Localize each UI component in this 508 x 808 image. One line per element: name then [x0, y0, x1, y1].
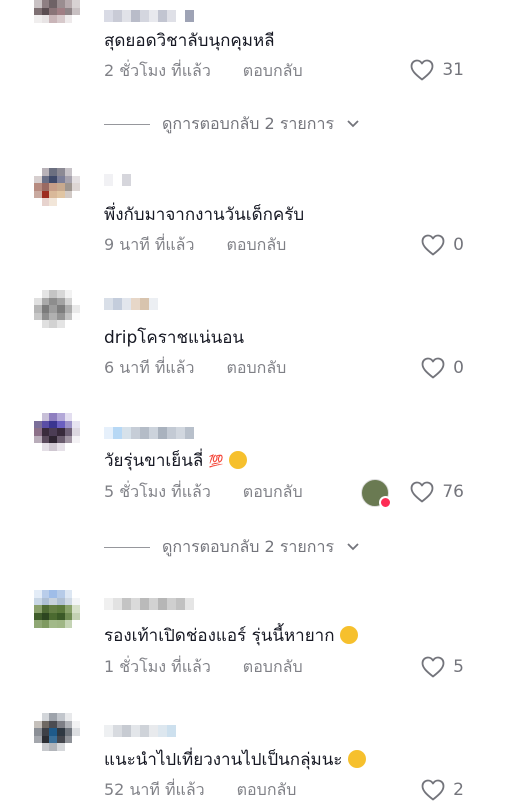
reply-button[interactable]: ตอบกลับ: [237, 780, 297, 799]
comment-meta: 5 ชั่วโมง ที่แล้ว ตอบกลับ: [104, 481, 303, 503]
comment-time: 2 ชั่วโมง ที่แล้ว: [104, 61, 211, 80]
heart-outline-icon: [421, 656, 445, 678]
reply-button[interactable]: ตอบกลับ: [243, 61, 303, 80]
username[interactable]: [104, 174, 131, 186]
like-button[interactable]: 76: [410, 480, 464, 504]
comment-meta: 1 ชั่วโมง ที่แล้ว ตอบกลับ: [104, 656, 303, 678]
heart-icon: [379, 496, 392, 509]
username[interactable]: [104, 427, 194, 439]
avatar[interactable]: [34, 413, 80, 473]
username[interactable]: [104, 725, 176, 737]
comment-meta: 52 นาที ที่แล้ว ตอบกลับ: [104, 779, 296, 801]
comment-text-body: แนะนำไปเที่ยวงานไปเป็นกลุ่มนะ: [104, 750, 343, 770]
avatar[interactable]: [34, 290, 80, 350]
avatar[interactable]: [34, 168, 80, 228]
like-button[interactable]: 0: [421, 356, 464, 380]
creator-liked-badge: [361, 479, 392, 509]
reply-button[interactable]: ตอบกลับ: [243, 482, 303, 501]
comment-meta: 9 นาที ที่แล้ว ตอบกลับ: [104, 234, 286, 256]
view-replies-label: ดูการตอบกลับ 2 รายการ: [162, 536, 335, 556]
comment-text: สุดยอดวิชาลับนุกคุมหลี: [104, 31, 275, 51]
laughing-emoji-icon: [347, 750, 366, 768]
heart-outline-icon: [421, 234, 445, 256]
comment-meta: 2 ชั่วโมง ที่แล้ว ตอบกลับ: [104, 60, 303, 82]
like-count: 31: [442, 60, 464, 80]
comment-text: พึ่งกับมาจากงานวันเด็กครับ: [104, 205, 305, 225]
username[interactable]: [104, 10, 194, 22]
heart-outline-icon: [410, 59, 434, 81]
comment-time: 6 นาที ที่แล้ว: [104, 358, 195, 377]
reply-button[interactable]: ตอบกลับ: [226, 358, 286, 377]
laughing-emoji-icon: [339, 626, 358, 644]
view-replies-label: ดูการตอบกลับ 2 รายการ: [162, 113, 335, 133]
heart-outline-icon: [421, 357, 445, 379]
like-count: 5: [453, 657, 464, 677]
comment-text: วัยรุ่นขาเย็นลี่ 💯: [104, 450, 248, 472]
username[interactable]: [104, 598, 194, 610]
like-count: 0: [453, 235, 464, 255]
view-replies-button[interactable]: ดูการตอบกลับ 2 รายการ: [104, 536, 360, 558]
username[interactable]: [104, 298, 167, 310]
avatar[interactable]: [34, 590, 80, 650]
like-button[interactable]: 31: [410, 58, 464, 82]
divider: [104, 123, 150, 125]
chevron-down-icon: [347, 543, 359, 551]
heart-outline-icon: [421, 779, 445, 801]
like-button[interactable]: 2: [421, 778, 464, 802]
like-button[interactable]: 0: [421, 233, 464, 257]
chevron-down-icon: [347, 120, 359, 128]
hundred-points-emoji-icon: 💯: [208, 454, 224, 468]
avatar[interactable]: [34, 0, 80, 60]
reply-button[interactable]: ตอบกลับ: [243, 657, 303, 676]
comment-text-body: รองเท้าเปิดช่องแอร์ รุ่นนี้หายาก: [104, 626, 335, 646]
like-count: 76: [442, 482, 464, 502]
comment-time: 5 ชั่วโมง ที่แล้ว: [104, 482, 211, 501]
comment-time: 52 นาที ที่แล้ว: [104, 780, 205, 799]
view-replies-button[interactable]: ดูการตอบกลับ 2 รายการ: [104, 113, 360, 135]
comment-meta: 6 นาที ที่แล้ว ตอบกลับ: [104, 357, 286, 379]
divider: [104, 546, 150, 548]
rolling-laughing-emoji-icon: [229, 451, 248, 469]
comment-text-body: วัยรุ่นขาเย็นลี่: [104, 451, 204, 471]
comment-text: แนะนำไปเที่ยวงานไปเป็นกลุ่มนะ: [104, 749, 366, 771]
comment-time: 9 นาที ที่แล้ว: [104, 235, 195, 254]
reply-button[interactable]: ตอบกลับ: [226, 235, 286, 254]
like-count: 0: [453, 358, 464, 378]
like-button[interactable]: 5: [421, 655, 464, 679]
like-count: 2: [453, 780, 464, 800]
heart-outline-icon: [410, 481, 434, 503]
avatar[interactable]: [34, 713, 80, 773]
comment-text: dripโคราชแน่นอน: [104, 328, 245, 348]
comment-text: รองเท้าเปิดช่องแอร์ รุ่นนี้หายาก: [104, 625, 358, 647]
comment-time: 1 ชั่วโมง ที่แล้ว: [104, 657, 211, 676]
